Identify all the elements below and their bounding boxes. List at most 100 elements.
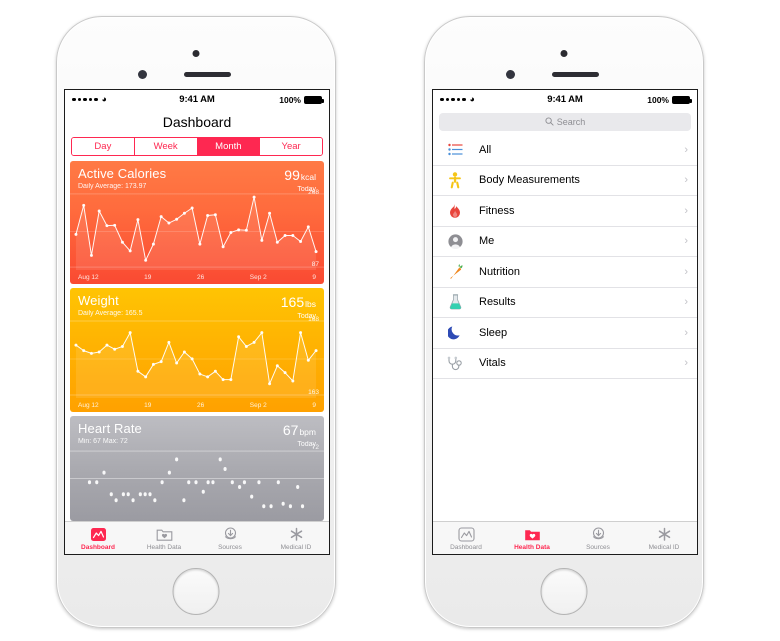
battery-status: 100% <box>616 94 692 105</box>
card-heart-rate[interactable]: Heart Rate Min: 67 Max: 72 67bpm Today 7… <box>70 416 324 521</box>
signal-strength: ◕ <box>440 95 514 104</box>
x-tick-label: 19 <box>144 273 152 281</box>
calories-chart-svg <box>70 193 324 270</box>
card-unit: kcal <box>300 172 316 182</box>
status-bar-right: ◕ 9:41 AM 100% <box>433 90 697 109</box>
chevron-right-icon: › <box>684 326 688 339</box>
chevron-right-icon: › <box>684 174 688 187</box>
list-item-all[interactable]: All › <box>433 135 697 166</box>
page-title: Dashboard <box>162 114 232 130</box>
search-icon <box>545 116 554 128</box>
list-item-fitness[interactable]: Fitness › <box>433 196 697 227</box>
x-tick-label: Aug 12 <box>78 273 99 281</box>
battery-icon <box>304 95 324 104</box>
signal-dot-icon <box>456 97 460 102</box>
segment-year[interactable]: Year <box>260 138 322 155</box>
signal-dot-icon <box>445 97 449 102</box>
wifi-icon: ◕ <box>101 94 107 104</box>
list-item-label: Body Measurements <box>479 174 580 187</box>
calories-line-chart <box>70 191 324 270</box>
x-tick-label: Sep 2 <box>249 401 267 409</box>
medical-id-asterisk-icon <box>288 526 305 543</box>
weight-chart-svg <box>70 320 324 398</box>
chevron-right-icon: › <box>684 265 688 278</box>
tab-health-data[interactable]: Health Data <box>499 522 565 554</box>
x-tick-label: 9 <box>312 273 316 281</box>
calories-x-axis: Aug 12 19 26 Sep 2 9 <box>70 270 324 284</box>
signal-dot-icon <box>440 97 444 102</box>
list-item-vitals[interactable]: Vitals › <box>433 349 697 379</box>
heart-chart-svg <box>70 450 324 509</box>
card-active-calories[interactable]: Active Calories Daily Average: 173.97 99… <box>70 161 324 284</box>
health-data-folder-icon <box>156 526 173 543</box>
battery-percent-label: 100% <box>647 94 669 105</box>
home-button[interactable] <box>172 568 220 615</box>
wifi-icon: ◕ <box>469 94 475 104</box>
status-bar-left: ◕ 9:41 AM 100% <box>65 90 329 109</box>
x-tick-label: 26 <box>196 273 205 281</box>
battery-icon <box>672 95 692 104</box>
chevron-right-icon: › <box>684 204 688 217</box>
card-title: Active Calories <box>78 166 167 181</box>
moon-icon <box>441 325 469 340</box>
search-placeholder: Search <box>556 117 586 127</box>
list-item-label: Vitals <box>479 357 506 370</box>
segment-month[interactable]: Month <box>197 138 261 155</box>
list-item-me[interactable]: Me › <box>433 227 697 257</box>
list-item-sleep[interactable]: Sleep › <box>433 318 697 349</box>
proximity-sensor-icon <box>138 70 147 79</box>
list-item-body-measurements[interactable]: Body Measurements › <box>433 166 697 196</box>
list-item-results[interactable]: Results › <box>433 288 697 318</box>
status-bar-time: 9:41 AM <box>179 94 215 105</box>
home-button[interactable] <box>540 568 588 615</box>
weight-line-chart <box>70 318 324 398</box>
tab-sources[interactable]: Sources <box>197 522 263 554</box>
heart-rate-scatter-chart <box>70 446 324 521</box>
person-circle-icon <box>441 234 469 249</box>
dashboard-chart-icon <box>457 526 475 543</box>
health-data-screen: ◕ 9:41 AM 100% Search All › Body Measure… <box>432 89 698 555</box>
tab-label: Sources <box>218 543 242 551</box>
tab-medical-id[interactable]: Medical ID <box>263 522 329 554</box>
list-lines-icon <box>441 143 469 156</box>
tab-label: Health Data <box>146 543 182 551</box>
flame-icon <box>441 203 469 219</box>
proximity-sensor-icon <box>506 70 515 79</box>
card-weight[interactable]: Weight Daily Average: 165.5 165lbs Today… <box>70 288 324 412</box>
signal-dot-icon <box>83 97 87 102</box>
x-tick-label: Sep 2 <box>249 273 267 281</box>
signal-dot-icon <box>94 97 98 102</box>
time-range-segmented-control[interactable]: Day Week Month Year <box>71 137 323 156</box>
tab-dashboard[interactable]: Dashboard <box>65 522 131 554</box>
signal-strength: ◕ <box>72 95 146 104</box>
tab-dashboard[interactable]: Dashboard <box>433 522 499 554</box>
tab-label: Medical ID <box>648 543 680 551</box>
dashboard-chart-icon <box>90 526 107 543</box>
card-unit: lbs <box>305 299 316 309</box>
earpiece-speaker <box>552 72 599 77</box>
weight-x-axis: Aug 12 19 26 Sep 2 9 <box>70 398 324 412</box>
signal-dot-icon <box>451 97 455 102</box>
tab-health-data[interactable]: Health Data <box>131 522 197 554</box>
card-value: 165 <box>280 294 305 310</box>
tab-sources[interactable]: Sources <box>565 522 631 554</box>
segment-day[interactable]: Day <box>72 138 135 155</box>
segment-week[interactable]: Week <box>134 138 198 155</box>
tab-label: Sources <box>586 543 610 551</box>
sources-download-icon <box>590 526 607 543</box>
card-value: 99 <box>284 167 300 183</box>
list-item-label: All <box>479 143 492 156</box>
tab-medical-id[interactable]: Medical ID <box>631 522 697 554</box>
list-item-label: Sleep <box>479 326 508 339</box>
search-input[interactable]: Search <box>439 113 691 131</box>
stethoscope-icon <box>441 356 469 371</box>
list-item-nutrition[interactable]: Nutrition › <box>433 257 697 288</box>
iphone-device-left: ◕ 9:41 AM 100% Dashboard Day Week Month … <box>56 16 336 628</box>
dashboard-cards: Active Calories Daily Average: 173.97 99… <box>65 161 329 521</box>
segmented-control-wrapper: Day Week Month Year <box>65 135 329 161</box>
list-item-label: Me <box>479 235 495 248</box>
health-data-folder-icon <box>524 526 541 543</box>
tab-bar-right: Dashboard Health Data Sources Medical ID <box>433 521 697 554</box>
list-item-label: Nutrition <box>479 265 520 278</box>
card-unit: bpm <box>299 427 316 437</box>
